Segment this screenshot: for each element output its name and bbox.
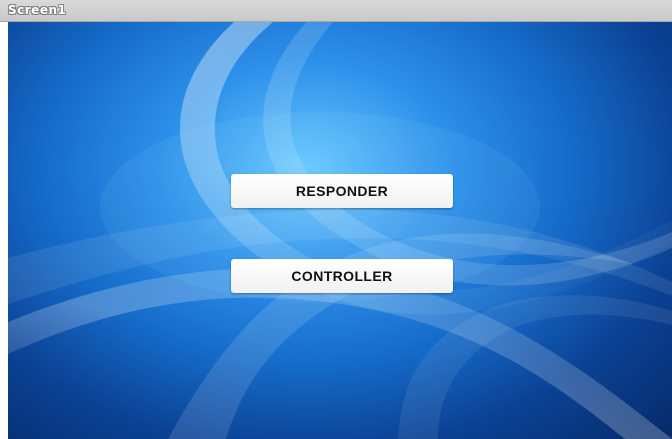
window-title: Screen1: [8, 3, 67, 17]
abstract-swirl-background: [8, 22, 672, 439]
responder-button[interactable]: RESPONDER: [231, 174, 453, 208]
title-bar: Screen1: [0, 0, 672, 22]
controller-button[interactable]: CONTROLLER: [231, 259, 453, 293]
screen-background: RESPONDER CONTROLLER: [8, 22, 672, 439]
app-frame: Screen1 RESPONDER CONTROLLER: [0, 0, 672, 439]
